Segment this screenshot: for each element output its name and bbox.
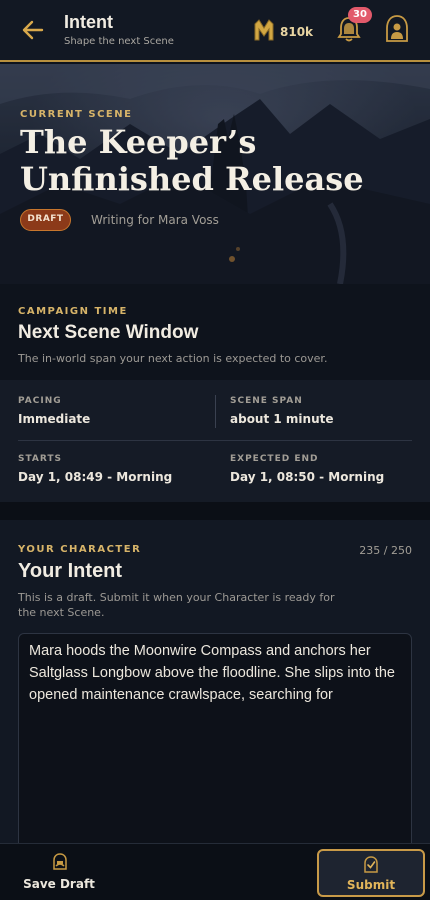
save-draft-icon <box>52 853 68 875</box>
campaign-time-label: CAMPAIGN TIME <box>18 306 128 317</box>
grid-divider-horizontal <box>18 440 412 441</box>
pacing-value: Immediate <box>18 412 91 426</box>
intent-title: Your Intent <box>18 560 123 582</box>
profile-icon[interactable] <box>384 14 410 44</box>
app-header: Intent Shape the next Scene 810k 30 <box>0 0 430 62</box>
scene-span-value: about 1 minute <box>230 412 334 426</box>
page-subtitle: Shape the next Scene <box>64 36 174 47</box>
coin-emblem-icon <box>253 18 275 46</box>
intent-description: This is a draft. Submit it when your Cha… <box>18 591 335 619</box>
notification-badge: 30 <box>348 7 372 23</box>
next-scene-window-title: Next Scene Window <box>18 322 199 343</box>
expected-end-label: EXPECTED END <box>230 454 319 464</box>
header-title-group: Intent Shape the next Scene <box>64 12 174 47</box>
section-gap <box>0 502 430 520</box>
scene-title: The Keeper’s Unfinished Release <box>20 123 364 198</box>
coin-balance[interactable]: 810k <box>253 18 313 46</box>
next-scene-window-description: The in-world span your next action is ex… <box>18 352 328 365</box>
submit-button[interactable]: Submit <box>317 849 425 897</box>
save-draft-button[interactable]: Save Draft <box>0 844 118 900</box>
submit-check-icon <box>363 856 379 878</box>
intent-section: YOUR CHARACTER 235 / 250 Your Intent Thi… <box>0 520 430 863</box>
coin-amount: 810k <box>280 25 314 39</box>
starts-value: Day 1, 08:49 - Morning <box>18 470 173 484</box>
grid-divider-vertical <box>215 395 216 428</box>
character-counter: 235 / 250 <box>359 544 412 557</box>
scene-window-grid: PACING Immediate SCENE SPAN about 1 minu… <box>0 380 430 502</box>
page-title: Intent <box>64 12 113 32</box>
status-badge: DRAFT <box>20 209 71 231</box>
bottom-action-bar: Save Draft Submit <box>0 843 430 900</box>
current-scene-label: CURRENT SCENE <box>20 109 133 120</box>
starts-label: STARTS <box>18 454 63 464</box>
save-draft-label: Save Draft <box>23 877 95 891</box>
pacing-label: PACING <box>18 396 62 406</box>
scene-hero: CURRENT SCENE The Keeper’s Unfinished Re… <box>0 64 430 284</box>
intent-textarea[interactable]: Mara hoods the Moonwire Compass and anch… <box>18 633 412 863</box>
scene-span-label: SCENE SPAN <box>230 396 303 406</box>
writing-for-label: Writing for Mara Voss <box>91 213 219 227</box>
back-arrow-icon[interactable] <box>20 17 46 43</box>
your-character-label: YOUR CHARACTER <box>18 544 142 555</box>
submit-label: Submit <box>346 878 396 892</box>
expected-end-value: Day 1, 08:50 - Morning <box>230 470 385 484</box>
campaign-time-section: CAMPAIGN TIME Next Scene Window The in-w… <box>0 284 430 380</box>
